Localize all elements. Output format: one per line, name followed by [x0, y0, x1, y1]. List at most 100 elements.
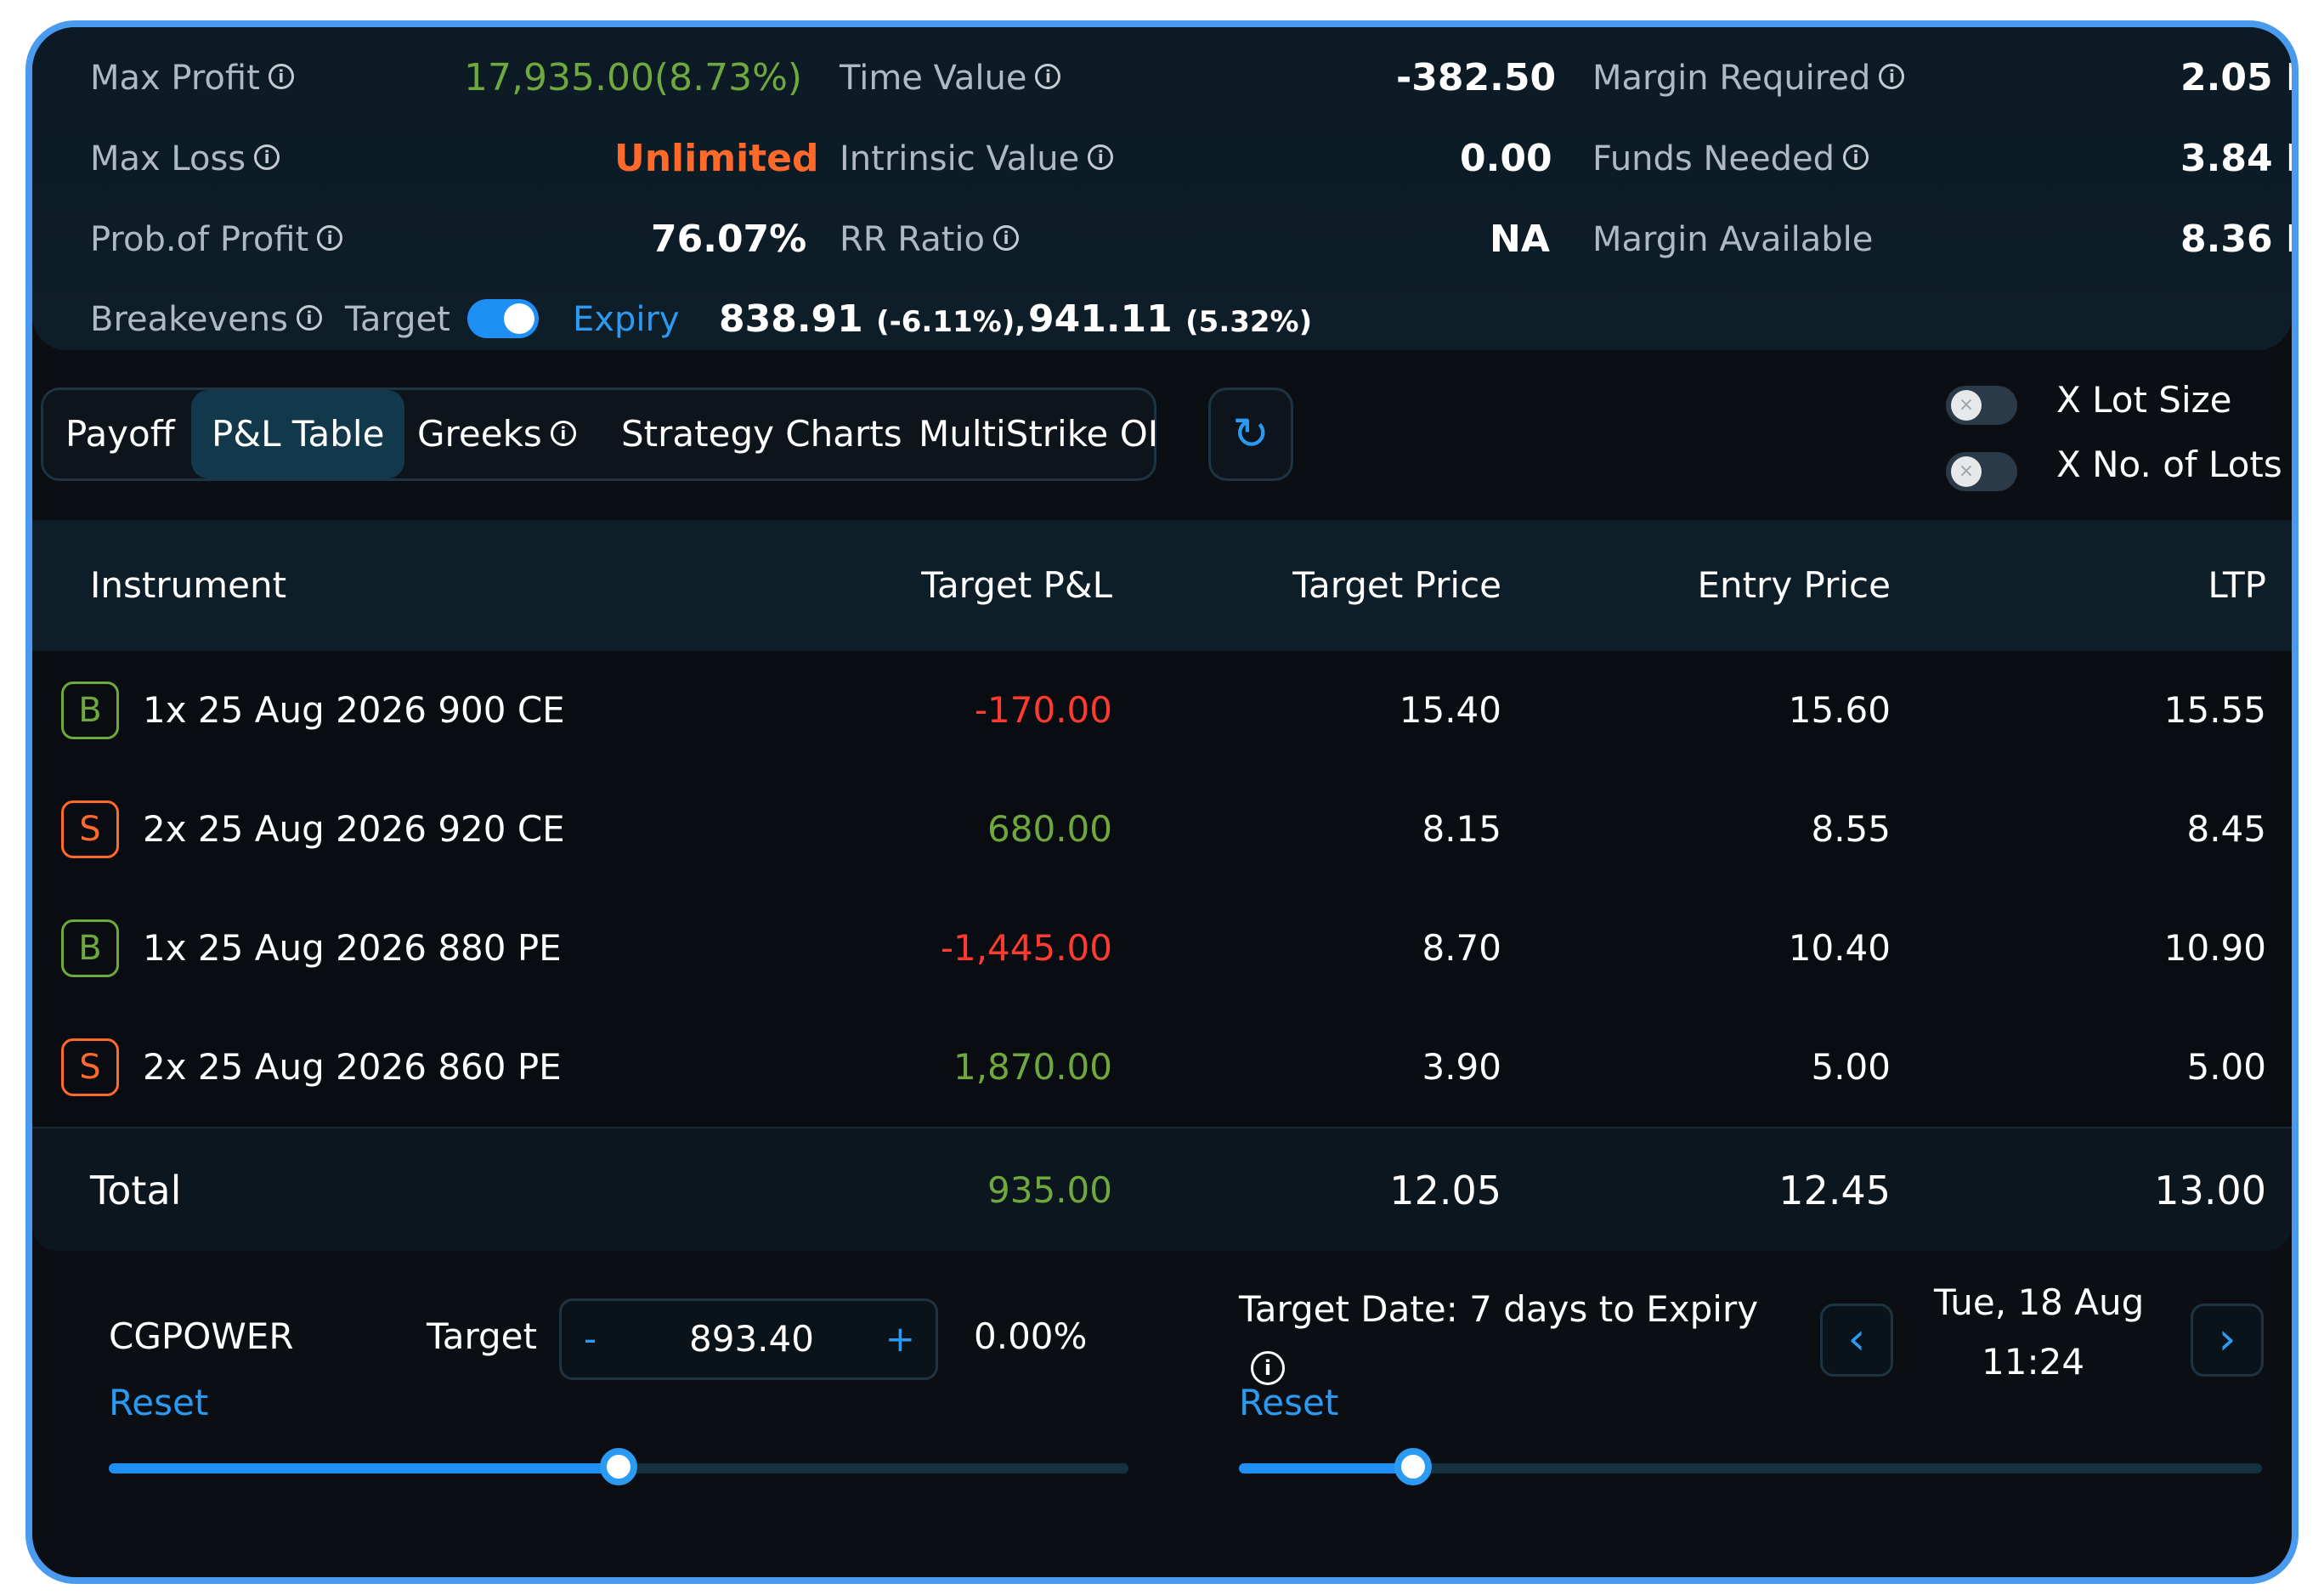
target-price-input[interactable]: 893.40	[689, 1301, 814, 1377]
time-value: -382.50	[1396, 56, 1557, 99]
col-target-pl: Target P&L	[921, 564, 1112, 606]
tab-payoff[interactable]: Payoff	[65, 390, 175, 478]
prob-of-profit-label: Prob.of Profit i	[90, 214, 343, 265]
margin-available-label: Margin Available	[1592, 220, 1874, 259]
info-icon[interactable]: i	[1035, 64, 1061, 89]
target-label: Target	[427, 1315, 537, 1357]
row-target-price: 15.40	[1399, 689, 1501, 731]
row-ltp: 8.45	[2186, 808, 2266, 850]
reset-date-button[interactable]: Reset	[1239, 1382, 1338, 1423]
breakeven-2-value: 941.11 (5.32%)	[1028, 297, 1313, 341]
no-of-lots-toggle[interactable]	[1946, 452, 2017, 491]
chevron-left-icon: ‹	[1847, 1314, 1866, 1365]
target-date-time: 11:24	[1982, 1341, 2085, 1383]
info-icon[interactable]: i	[1088, 144, 1114, 170]
info-icon[interactable]: i	[993, 225, 1019, 251]
info-icon[interactable]: i	[296, 305, 322, 331]
no-of-lots-label: X No. of Lots	[2056, 444, 2282, 485]
prob-of-profit-value: 76.07%	[651, 218, 807, 261]
summary-row-1: Max Profit i 17,935.00(8.73%) Time Value i…	[32, 53, 2292, 104]
breakevens-row: Breakevens i Target Expiry 838.91 (-6.11%…	[32, 294, 2292, 345]
total-label: Total	[90, 1168, 182, 1213]
intrinsic-value-label: Intrinsic Value i	[840, 133, 1114, 184]
tab-strategy-charts[interactable]: Strategy Charts	[621, 390, 902, 478]
app-frame: Max Profit i 17,935.00(8.73%) Time Value i…	[25, 20, 2299, 1584]
breakeven-1-value: 838.91 (-6.11%),	[719, 297, 1026, 341]
reset-price-button[interactable]: Reset	[109, 1382, 208, 1423]
row-target-price: 8.70	[1422, 927, 1501, 969]
time-value-label: Time Value i	[840, 53, 1061, 104]
table-total-row: Total 935.00 12.05 12.45 13.00	[32, 1127, 2292, 1251]
funds-needed-value: 3.84 L	[2180, 137, 2299, 180]
row-instrument: 1x 25 Aug 2026 900 CE	[143, 689, 565, 731]
summary-row-3: Prob.of Profit i 76.07% RR Ratio i NA Marg…	[32, 214, 2292, 265]
row-target-pl: -1,445.00	[940, 927, 1112, 969]
row-entry-price: 15.60	[1788, 689, 1891, 731]
max-loss-value: Unlimited	[614, 137, 819, 180]
breakeven-1-pct: (-6.11%),	[876, 305, 1026, 339]
date-slider[interactable]	[1239, 1448, 2262, 1485]
refresh-button[interactable]: ↻	[1208, 387, 1293, 481]
refresh-icon: ↻	[1232, 409, 1269, 460]
breakeven-expiry-label: Expiry	[573, 300, 680, 339]
row-target-price: 3.90	[1422, 1046, 1501, 1088]
table-row[interactable]: B 1x 25 Aug 2026 880 PE -1,445.00 8.70 1…	[32, 889, 2292, 1008]
target-date-label: Target Date: 7 days to Expiry	[1239, 1288, 1759, 1330]
lot-size-toggle[interactable]	[1946, 386, 2017, 425]
target-pct: 0.00%	[974, 1315, 1088, 1357]
date-slider-thumb[interactable]	[1394, 1448, 1432, 1485]
row-instrument: 2x 25 Aug 2026 920 CE	[143, 808, 565, 850]
tab-multistrike-oi[interactable]: MultiStrike OI	[919, 390, 1158, 478]
row-instrument: 1x 25 Aug 2026 880 PE	[143, 927, 562, 969]
table-row[interactable]: B 1x 25 Aug 2026 900 CE -170.00 15.40 15…	[32, 651, 2292, 770]
info-icon[interactable]: i	[254, 144, 280, 170]
prev-date-button[interactable]: ‹	[1820, 1304, 1893, 1377]
table-row[interactable]: S 2x 25 Aug 2026 920 CE 680.00 8.15 8.55…	[32, 770, 2292, 889]
row-entry-price: 5.00	[1811, 1046, 1891, 1088]
info-icon[interactable]: i	[1879, 64, 1905, 89]
decrement-button[interactable]: -	[584, 1301, 597, 1377]
breakevens-label: Breakevens i	[90, 294, 322, 345]
increment-button[interactable]: +	[885, 1301, 915, 1377]
col-entry-price: Entry Price	[1697, 564, 1891, 606]
margin-required-label: Margin Required i	[1592, 53, 1905, 104]
breakeven-2-pct: (5.32%)	[1185, 305, 1313, 339]
buy-badge: B	[61, 682, 119, 739]
symbol-label: CGPOWER	[109, 1315, 294, 1357]
info-icon[interactable]: i	[1251, 1351, 1285, 1385]
lot-size-label: X Lot Size	[2056, 379, 2232, 421]
summary-row-2: Max Loss i Unlimited Intrinsic Value i 0.0…	[32, 133, 2292, 184]
tab-pl-table[interactable]: P&L Table	[191, 390, 405, 478]
chevron-right-icon: ›	[2218, 1314, 2236, 1365]
buy-badge: B	[61, 919, 119, 977]
max-loss-label: Max Loss i	[90, 133, 280, 184]
breakeven-target-label: Target	[345, 300, 450, 339]
col-instrument: Instrument	[90, 564, 287, 606]
info-icon[interactable]: i	[1843, 144, 1869, 170]
pl-table-header: Instrument Target P&L Target Price Entry…	[32, 520, 2292, 651]
next-date-button[interactable]: ›	[2191, 1304, 2264, 1377]
total-target-price: 12.05	[1389, 1168, 1501, 1213]
row-instrument: 2x 25 Aug 2026 860 PE	[143, 1046, 562, 1088]
info-icon[interactable]: i	[317, 225, 343, 251]
col-ltp: LTP	[2208, 564, 2266, 606]
row-entry-price: 8.55	[1811, 808, 1891, 850]
tab-greeks[interactable]: Greeks i	[417, 390, 576, 478]
pl-table-body: B 1x 25 Aug 2026 900 CE -170.00 15.40 15…	[32, 651, 2292, 1127]
margin-required-value: 2.05 L	[2180, 56, 2299, 99]
price-slider-thumb[interactable]	[600, 1448, 637, 1485]
max-profit-value: 17,935.00(8.73%)	[464, 56, 803, 99]
view-tabs: Payoff P&L Table Greeks i Strategy Charts…	[41, 387, 1158, 481]
table-row[interactable]: S 2x 25 Aug 2026 860 PE 1,870.00 3.90 5.…	[32, 1008, 2292, 1127]
target-price-stepper: - 893.40 +	[559, 1298, 938, 1380]
target-date-day: Tue, 18 Aug	[1934, 1281, 2145, 1323]
row-target-pl: 1,870.00	[953, 1046, 1112, 1088]
info-icon[interactable]: i	[268, 64, 294, 89]
info-icon[interactable]: i	[550, 420, 576, 446]
sell-badge: S	[61, 1038, 119, 1096]
price-slider[interactable]	[109, 1448, 1128, 1485]
total-target-pl: 935.00	[987, 1169, 1112, 1211]
margin-available-value: 8.36 L	[2180, 218, 2299, 261]
target-expiry-toggle[interactable]	[467, 299, 539, 338]
row-target-pl: 680.00	[987, 808, 1112, 850]
